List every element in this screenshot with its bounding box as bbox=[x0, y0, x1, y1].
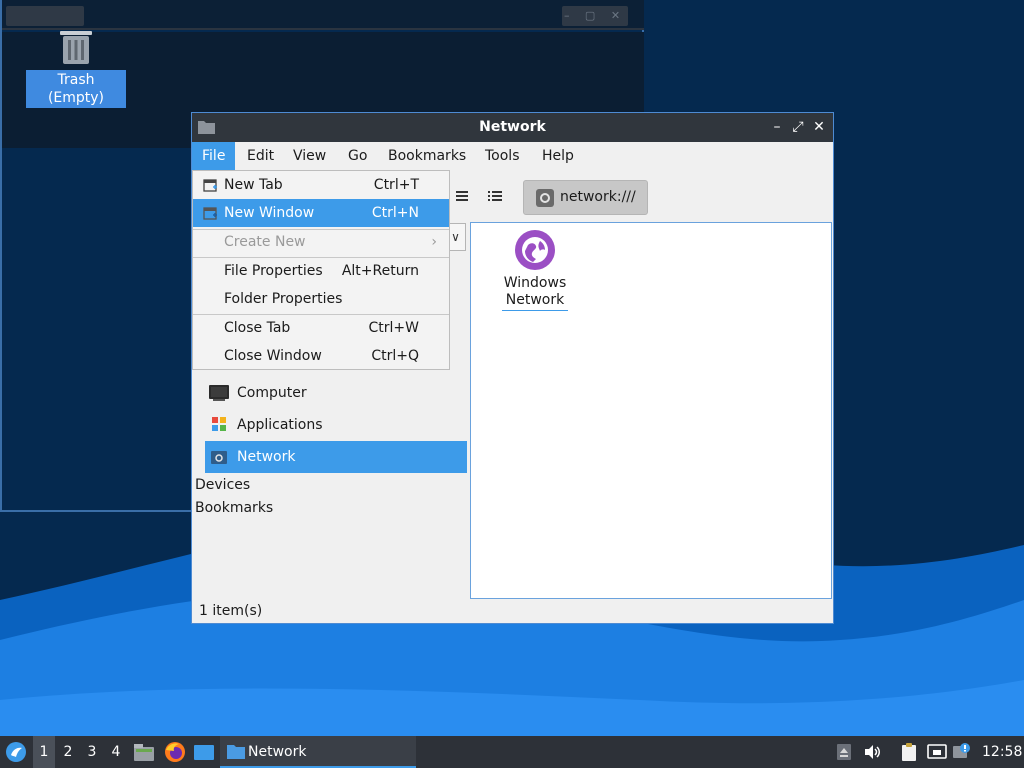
menu-tools[interactable]: Tools bbox=[475, 142, 530, 170]
show-desktop-icon[interactable] bbox=[193, 741, 215, 763]
detailed-list-view-icon[interactable] bbox=[484, 187, 506, 205]
sidebar-item-computer[interactable]: Computer bbox=[205, 377, 467, 409]
firefox-icon[interactable] bbox=[164, 741, 186, 763]
new-window-icon bbox=[203, 207, 217, 220]
menu-item-file-properties[interactable]: File Properties Alt+Return bbox=[193, 257, 449, 285]
minimize-button[interactable]: – bbox=[767, 113, 787, 142]
file-view[interactable]: Windows Network bbox=[470, 222, 832, 599]
trash-label: Trash (Empty) bbox=[26, 70, 126, 108]
sidebar-section-bookmarks[interactable]: Bookmarks bbox=[195, 498, 273, 518]
sidebar-item-applications[interactable]: Applications bbox=[205, 409, 467, 441]
menu-go[interactable]: Go bbox=[338, 142, 377, 170]
clipboard-icon[interactable] bbox=[899, 742, 919, 762]
sidebar-item-label: Applications bbox=[237, 417, 323, 433]
windows-network-icon bbox=[515, 230, 555, 270]
background-window-controls: – ▢ ✕ bbox=[562, 6, 628, 26]
menubar: File Edit View Go Bookmarks Tools Help bbox=[192, 142, 833, 170]
network-status-icon[interactable] bbox=[927, 742, 947, 762]
clock[interactable]: 12:58 bbox=[982, 736, 1022, 768]
desktop-switch-3[interactable]: 3 bbox=[81, 736, 103, 768]
eject-icon[interactable] bbox=[834, 742, 854, 762]
menu-view[interactable]: View bbox=[283, 142, 336, 170]
taskbar: 1 2 3 4 Network 12:58 bbox=[0, 736, 1024, 768]
file-item-windows-network[interactable]: Windows Network bbox=[499, 229, 571, 311]
network-location-icon bbox=[536, 189, 554, 207]
trash-icon bbox=[60, 31, 92, 64]
maximize-button[interactable]: ⤢ bbox=[788, 113, 808, 142]
file-manager-icon[interactable] bbox=[133, 741, 155, 763]
lxqt-start-icon[interactable] bbox=[5, 741, 27, 763]
task-button-network[interactable]: Network bbox=[220, 736, 416, 768]
menu-help[interactable]: Help bbox=[532, 142, 584, 170]
desktop-switch-4[interactable]: 4 bbox=[105, 736, 127, 768]
sidebar-section-devices[interactable]: Devices bbox=[195, 475, 250, 495]
computer-icon bbox=[209, 385, 229, 401]
update-notifier-icon[interactable] bbox=[952, 742, 972, 762]
address-text: network:/// bbox=[560, 189, 636, 205]
sidebar-item-label: Computer bbox=[237, 385, 307, 401]
menu-item-new-window[interactable]: New Window Ctrl+N bbox=[193, 199, 449, 227]
applications-icon bbox=[212, 417, 226, 431]
menu-item-create-new: Create New › bbox=[193, 228, 449, 256]
desktop-switch-2[interactable]: 2 bbox=[57, 736, 79, 768]
menu-edit[interactable]: Edit bbox=[237, 142, 284, 170]
volume-icon[interactable] bbox=[862, 742, 882, 762]
desktop-trash[interactable]: Trash (Empty) bbox=[26, 28, 126, 108]
file-item-label: Windows Network bbox=[501, 275, 569, 311]
desktop-switch-1[interactable]: 1 bbox=[33, 736, 55, 768]
window-titlebar[interactable]: Network – ⤢ ✕ bbox=[192, 113, 833, 142]
folder-icon bbox=[227, 745, 245, 759]
menu-bookmarks[interactable]: Bookmarks bbox=[378, 142, 476, 170]
list-view-icon[interactable] bbox=[451, 187, 473, 205]
file-menu-dropdown: New Tab Ctrl+T New Window Ctrl+N Create … bbox=[192, 170, 450, 370]
menu-item-new-tab[interactable]: New Tab Ctrl+T bbox=[193, 171, 449, 199]
menu-item-close-tab[interactable]: Close Tab Ctrl+W bbox=[193, 314, 449, 342]
address-bar[interactable]: network:/// bbox=[523, 180, 648, 215]
window-title: Network bbox=[479, 119, 546, 135]
background-window-titlebar: – ▢ ✕ bbox=[2, 0, 644, 30]
menu-file[interactable]: File bbox=[192, 142, 236, 170]
menu-item-folder-properties[interactable]: Folder Properties bbox=[193, 285, 449, 313]
sidebar-item-label: Network bbox=[237, 449, 296, 465]
background-window-title-placeholder bbox=[6, 6, 84, 26]
statusbar-text: 1 item(s) bbox=[199, 603, 263, 619]
menu-item-close-window[interactable]: Close Window Ctrl+Q bbox=[193, 342, 449, 370]
close-button[interactable]: ✕ bbox=[809, 113, 829, 142]
submenu-arrow-icon: › bbox=[431, 234, 437, 250]
sidebar-item-network[interactable]: Network bbox=[205, 441, 467, 473]
network-icon bbox=[211, 451, 227, 464]
new-tab-icon bbox=[203, 179, 217, 192]
